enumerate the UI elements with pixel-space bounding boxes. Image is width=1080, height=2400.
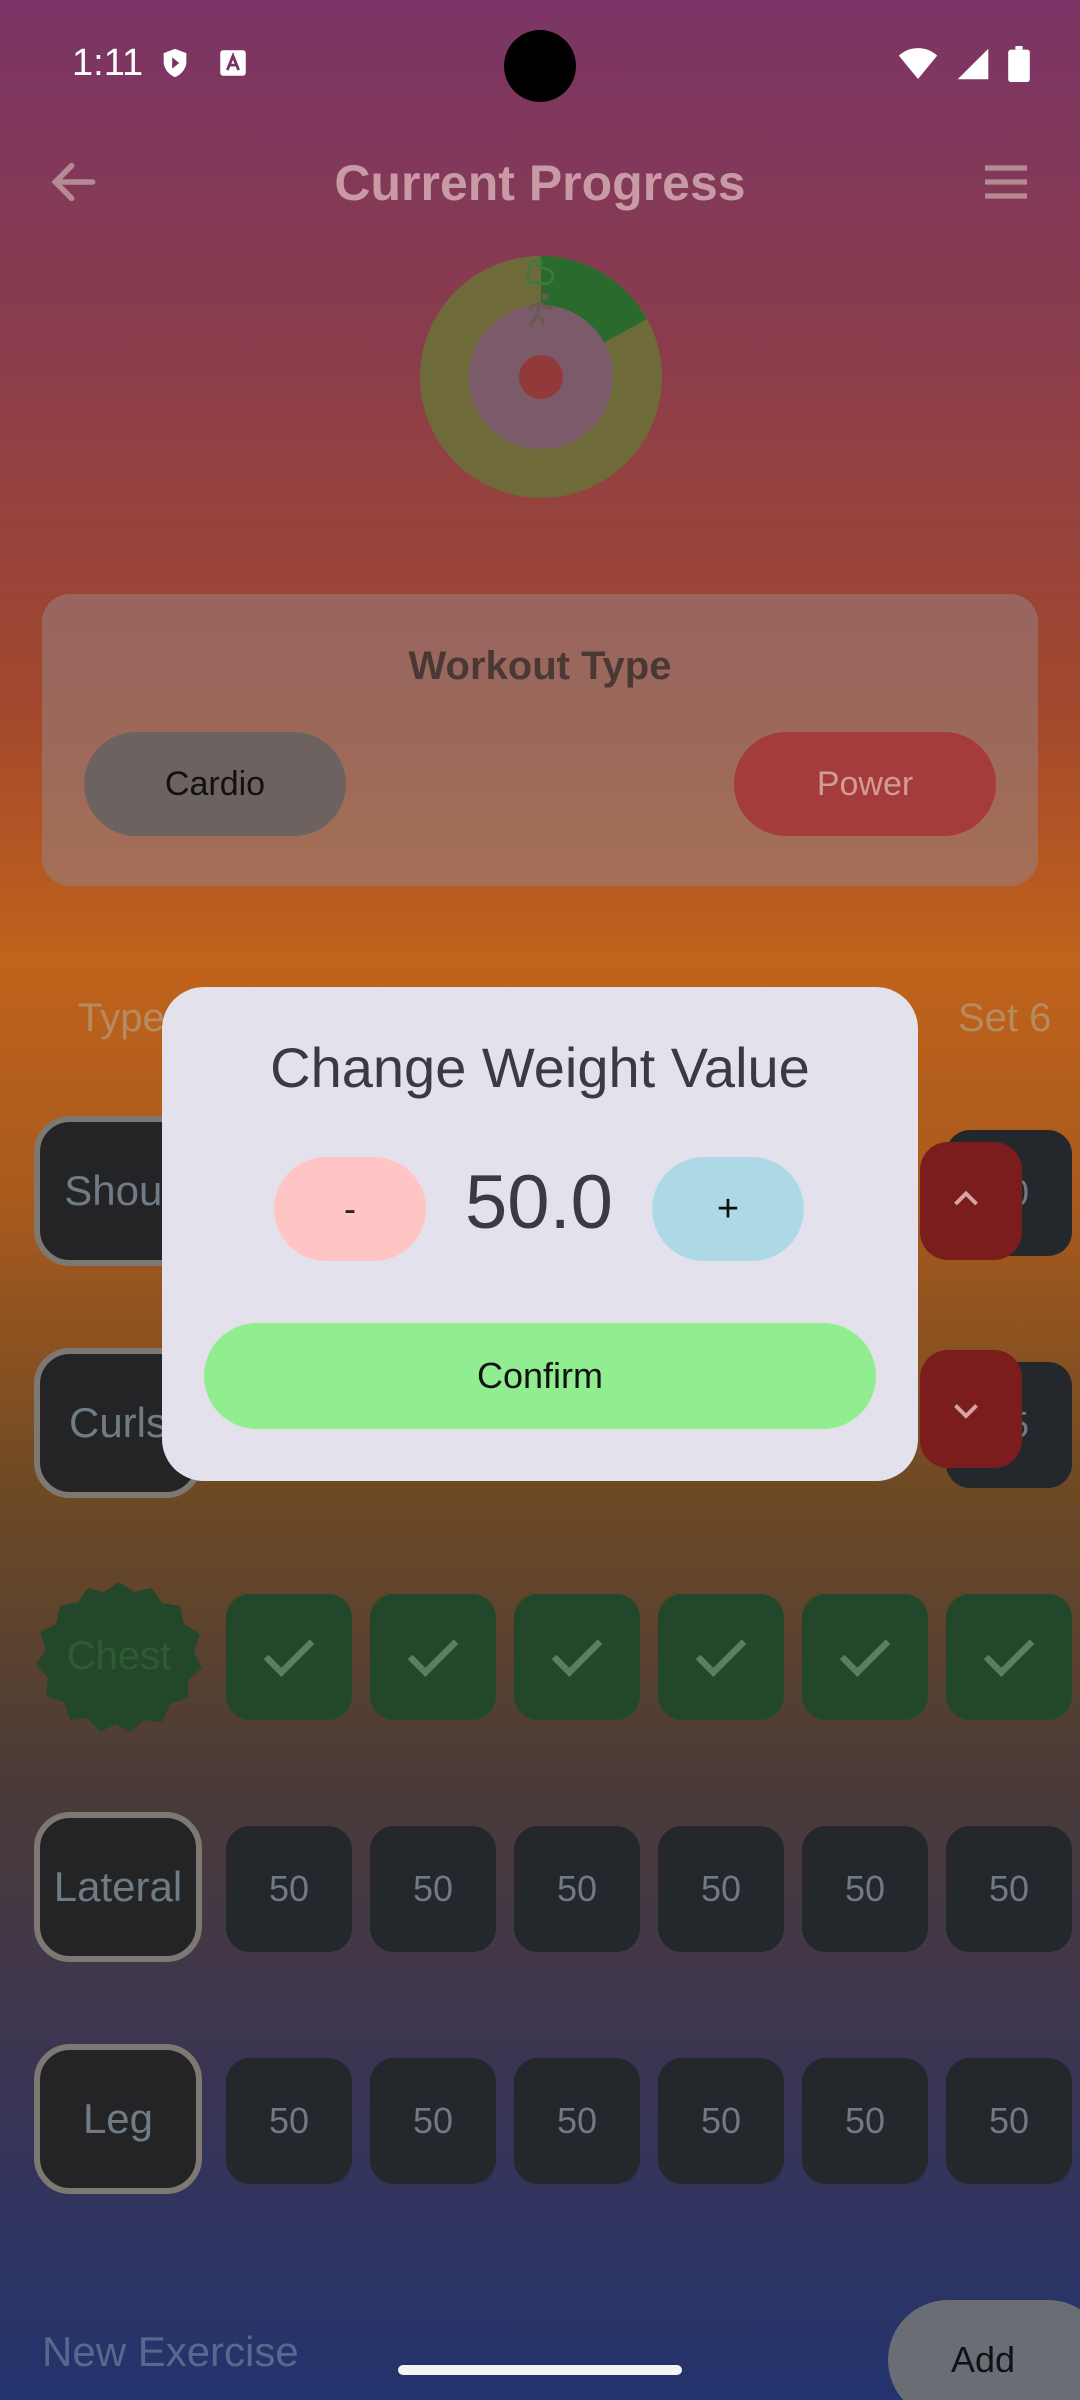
- dialog-title: Change Weight Value: [270, 1036, 810, 1099]
- bicep-icon: [526, 256, 555, 286]
- set-cell-done[interactable]: [370, 1594, 496, 1720]
- chevron-down-icon: [954, 1404, 978, 1419]
- set-cell[interactable]: 50: [370, 2058, 496, 2184]
- change-weight-dialog: Change Weight Value - 50.0 + Confirm: [162, 987, 918, 1481]
- set-cell[interactable]: 50: [370, 1826, 496, 1952]
- add-exercise-button[interactable]: Add: [888, 2300, 1080, 2400]
- exercise-row-label-completed[interactable]: Chest: [32, 1578, 206, 1734]
- hamburger-menu-icon[interactable]: [978, 154, 1034, 210]
- set-cell[interactable]: 50: [514, 2058, 640, 2184]
- status-bar: 1:11: [0, 0, 1080, 132]
- set-cell[interactable]: 50: [226, 1826, 352, 1952]
- translate-icon: [220, 50, 246, 76]
- check-icon: [839, 1639, 891, 1677]
- gesture-home-bar[interactable]: [398, 2365, 682, 2375]
- chevron-up-icon: [954, 1190, 978, 1206]
- power-button[interactable]: Power: [734, 732, 996, 836]
- set-cell[interactable]: 50: [226, 2058, 352, 2184]
- workout-type-title: Workout Type: [408, 644, 672, 688]
- battery-icon: [1008, 46, 1030, 82]
- cardio-button[interactable]: Cardio: [84, 732, 346, 836]
- signal-icon: [957, 48, 989, 80]
- check-icon: [551, 1639, 603, 1677]
- shield-icon: [163, 48, 187, 78]
- screen: 1:11 Current Progress Workout Type Cardi…: [0, 0, 1080, 2400]
- page-title: Current Progress: [334, 155, 746, 211]
- app-bar: Current Progress: [0, 132, 1080, 272]
- set-cell[interactable]: 50: [946, 1826, 1072, 1952]
- set-cell-done[interactable]: [514, 1594, 640, 1720]
- set-cell[interactable]: 50: [658, 2058, 784, 2184]
- check-icon: [407, 1639, 459, 1677]
- set-cell[interactable]: 50: [946, 2058, 1072, 2184]
- set-cell-done[interactable]: [802, 1594, 928, 1720]
- increase-weight-button[interactable]: +: [652, 1157, 804, 1261]
- set-cell[interactable]: 50: [802, 2058, 928, 2184]
- set-cell-done[interactable]: [946, 1594, 1072, 1720]
- camera-cutout: [504, 30, 576, 102]
- check-icon: [263, 1639, 315, 1677]
- exercise-row-label[interactable]: Lateral: [34, 1812, 202, 1962]
- set-cell[interactable]: 50: [802, 1826, 928, 1952]
- check-icon: [695, 1639, 747, 1677]
- set-cell[interactable]: 50: [514, 1826, 640, 1952]
- weight-value: 50.0: [465, 1160, 613, 1245]
- set6-header: Set 6: [958, 996, 1052, 1040]
- set-cell-done[interactable]: [226, 1594, 352, 1720]
- set-cell[interactable]: 50: [658, 1826, 784, 1952]
- confirm-button[interactable]: Confirm: [204, 1323, 876, 1429]
- type-header: Type: [78, 996, 165, 1040]
- exercise-row-label-text: Chest: [66, 1633, 172, 1678]
- decrease-weight-button[interactable]: -: [274, 1157, 426, 1261]
- wifi-icon: [898, 48, 938, 79]
- workout-type-card: Workout Type Cardio Power: [42, 594, 1038, 886]
- set-cell-done[interactable]: [658, 1594, 784, 1720]
- status-time: 1:11: [72, 42, 144, 84]
- exercise-row-label[interactable]: Leg: [34, 2044, 202, 2194]
- runner-icon: [528, 293, 554, 328]
- check-icon: [983, 1639, 1035, 1677]
- new-exercise-input[interactable]: New Exercise: [42, 2328, 299, 2376]
